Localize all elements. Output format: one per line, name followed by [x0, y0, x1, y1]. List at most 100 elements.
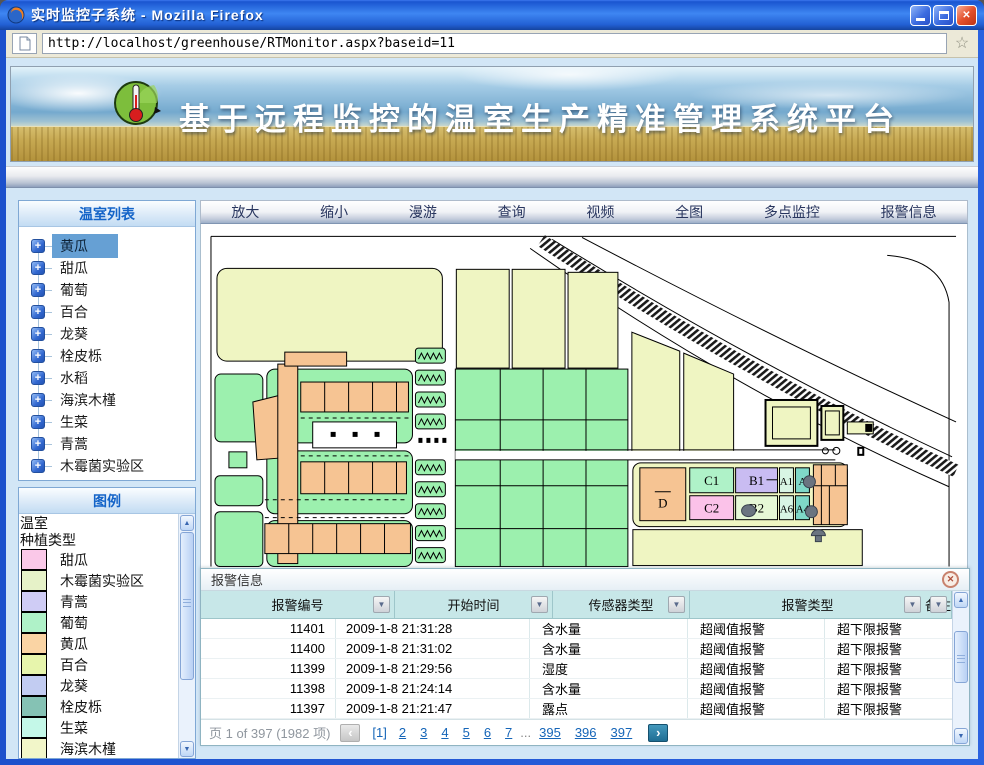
- toolbar-item[interactable]: 漫游: [409, 202, 437, 222]
- tree-item[interactable]: + 青蒿: [19, 433, 195, 455]
- close-button[interactable]: ✕: [956, 5, 977, 26]
- column-filter-button[interactable]: ▼: [904, 596, 921, 613]
- expand-plus-icon[interactable]: +: [31, 239, 45, 253]
- toolbar-item[interactable]: 报警信息: [881, 202, 937, 222]
- alarm-panel-titlebar[interactable]: 报警信息 ✕: [201, 569, 969, 591]
- expand-plus-icon[interactable]: +: [31, 305, 45, 319]
- expand-plus-icon[interactable]: +: [31, 415, 45, 429]
- bookmark-star-icon[interactable]: ☆: [952, 34, 972, 54]
- tree-item[interactable]: + 百合: [19, 301, 195, 323]
- page-link[interactable]: 7: [505, 725, 512, 740]
- tree-item-label[interactable]: 青蒿: [52, 432, 96, 456]
- legend-entry: 海滨木槿: [20, 738, 178, 758]
- tree-item[interactable]: + 生菜: [19, 411, 195, 433]
- cell-remark: 超下限报警: [825, 639, 952, 658]
- tree-item[interactable]: + 水稻: [19, 367, 195, 389]
- cell-remark: 超下限报警: [825, 679, 952, 698]
- zone-label-b1: B1: [749, 473, 764, 488]
- cell-alarm-id: 11398: [201, 679, 336, 698]
- toolbar-item[interactable]: 放大: [231, 202, 259, 222]
- toolbar-item[interactable]: 全图: [675, 202, 703, 222]
- alarm-close-icon[interactable]: ✕: [942, 571, 959, 588]
- toolbar-item[interactable]: 查询: [498, 202, 526, 222]
- legend-entry-label: 青蒿: [60, 592, 88, 612]
- tree-item-label[interactable]: 生菜: [52, 410, 96, 434]
- pagination-ellipsis: ...: [520, 725, 531, 740]
- column-header[interactable]: 报警编号 ▼: [201, 591, 395, 618]
- tree-item-label[interactable]: 水稻: [52, 366, 96, 390]
- legend-color-swatch: [21, 738, 47, 759]
- page-link[interactable]: 395: [539, 725, 561, 740]
- column-header[interactable]: 传感器类型 ▼: [553, 591, 690, 618]
- expand-plus-icon[interactable]: +: [31, 261, 45, 275]
- tree-item[interactable]: + 栓皮栎: [19, 345, 195, 367]
- column-header[interactable]: 备注 ▼: [925, 591, 952, 618]
- page-link[interactable]: 5: [463, 725, 470, 740]
- page-link[interactable]: 2: [399, 725, 406, 740]
- page-link[interactable]: 4: [441, 725, 448, 740]
- column-filter-button[interactable]: ▼: [930, 596, 947, 613]
- tree-item-label[interactable]: 木霉菌实验区: [52, 454, 152, 478]
- table-row[interactable]: 11400 2009-1-8 21:31:02 含水量 超阈值报警 超下限报警: [201, 639, 952, 659]
- legend-panel: 图例 温室 种植类型 甜瓜: [18, 487, 196, 759]
- scrollbar-thumb[interactable]: [180, 532, 194, 680]
- table-row[interactable]: 11398 2009-1-8 21:24:14 含水量 超阈值报警 超下限报警: [201, 679, 952, 699]
- legend-heading-line1: 温室: [20, 515, 178, 532]
- minimize-button[interactable]: [910, 5, 931, 26]
- tree-item-label[interactable]: 黄瓜: [52, 234, 118, 258]
- tree-item-label[interactable]: 龙葵: [52, 322, 96, 346]
- column-header[interactable]: 开始时间 ▼: [395, 591, 553, 618]
- toolbar-item[interactable]: 多点监控: [764, 202, 820, 222]
- tree-connector: [45, 422, 52, 423]
- tree-item-label[interactable]: 甜瓜: [52, 256, 96, 280]
- cell-sensor-type: 露点: [530, 699, 688, 718]
- tree-item[interactable]: + 葡萄: [19, 279, 195, 301]
- page-link[interactable]: 396: [575, 725, 597, 740]
- tree-item-label[interactable]: 百合: [52, 300, 96, 324]
- page-link[interactable]: 3: [420, 725, 427, 740]
- expand-plus-icon[interactable]: +: [31, 393, 45, 407]
- cell-start-time: 2009-1-8 21:31:28: [336, 619, 530, 638]
- column-filter-button[interactable]: ▼: [531, 596, 548, 613]
- expand-plus-icon[interactable]: +: [31, 459, 45, 473]
- url-input[interactable]: [42, 33, 947, 54]
- column-filter-button[interactable]: ▼: [373, 596, 390, 613]
- tree-item-label[interactable]: 栓皮栎: [52, 344, 110, 368]
- prev-page-button[interactable]: ‹: [340, 724, 360, 742]
- table-row[interactable]: 11401 2009-1-8 21:31:28 含水量 超阈值报警 超下限报警: [201, 619, 952, 639]
- scroll-up-icon[interactable]: ▲: [954, 592, 968, 608]
- scroll-down-icon[interactable]: ▼: [954, 728, 968, 744]
- page-link[interactable]: 6: [484, 725, 491, 740]
- expand-plus-icon[interactable]: +: [31, 327, 45, 341]
- legend-scrollbar[interactable]: ▲ ▼: [178, 514, 195, 758]
- page-link[interactable]: 397: [611, 725, 633, 740]
- column-filter-button[interactable]: ▼: [668, 596, 685, 613]
- cell-alarm-id: 11401: [201, 619, 336, 638]
- column-header[interactable]: 报警类型 ▼: [690, 591, 925, 618]
- expand-plus-icon[interactable]: +: [31, 437, 45, 451]
- scroll-up-icon[interactable]: ▲: [180, 515, 194, 531]
- scrollbar-thumb[interactable]: [954, 631, 968, 683]
- tree-item[interactable]: + 木霉菌实验区: [19, 455, 195, 477]
- tree-item[interactable]: + 龙葵: [19, 323, 195, 345]
- expand-plus-icon[interactable]: +: [31, 371, 45, 385]
- toolbar-item[interactable]: 视频: [586, 202, 614, 222]
- cell-alarm-id: 11400: [201, 639, 336, 658]
- window-titlebar[interactable]: 实时监控子系统 - Mozilla Firefox ✕: [0, 0, 984, 30]
- tree-item-label[interactable]: 葡萄: [52, 278, 96, 302]
- tree-item[interactable]: + 黄瓜: [19, 235, 195, 257]
- scroll-down-icon[interactable]: ▼: [180, 741, 194, 757]
- zone-building: [813, 465, 847, 525]
- tree-item-label[interactable]: 海滨木槿: [52, 388, 124, 412]
- toolbar-item[interactable]: 缩小: [320, 202, 348, 222]
- table-row[interactable]: 11397 2009-1-8 21:21:47 露点 超阈值报警 超下限报警: [201, 699, 952, 719]
- maximize-button[interactable]: [933, 5, 954, 26]
- table-row[interactable]: 11399 2009-1-8 21:29:56 湿度 超阈值报警 超下限报警: [201, 659, 952, 679]
- cell-sensor-type: 湿度: [530, 659, 688, 678]
- tree-item[interactable]: + 海滨木槿: [19, 389, 195, 411]
- expand-plus-icon[interactable]: +: [31, 283, 45, 297]
- next-page-button[interactable]: ›: [648, 724, 668, 742]
- tree-item[interactable]: + 甜瓜: [19, 257, 195, 279]
- alarm-table-scrollbar[interactable]: ▲ ▼: [952, 591, 969, 745]
- expand-plus-icon[interactable]: +: [31, 349, 45, 363]
